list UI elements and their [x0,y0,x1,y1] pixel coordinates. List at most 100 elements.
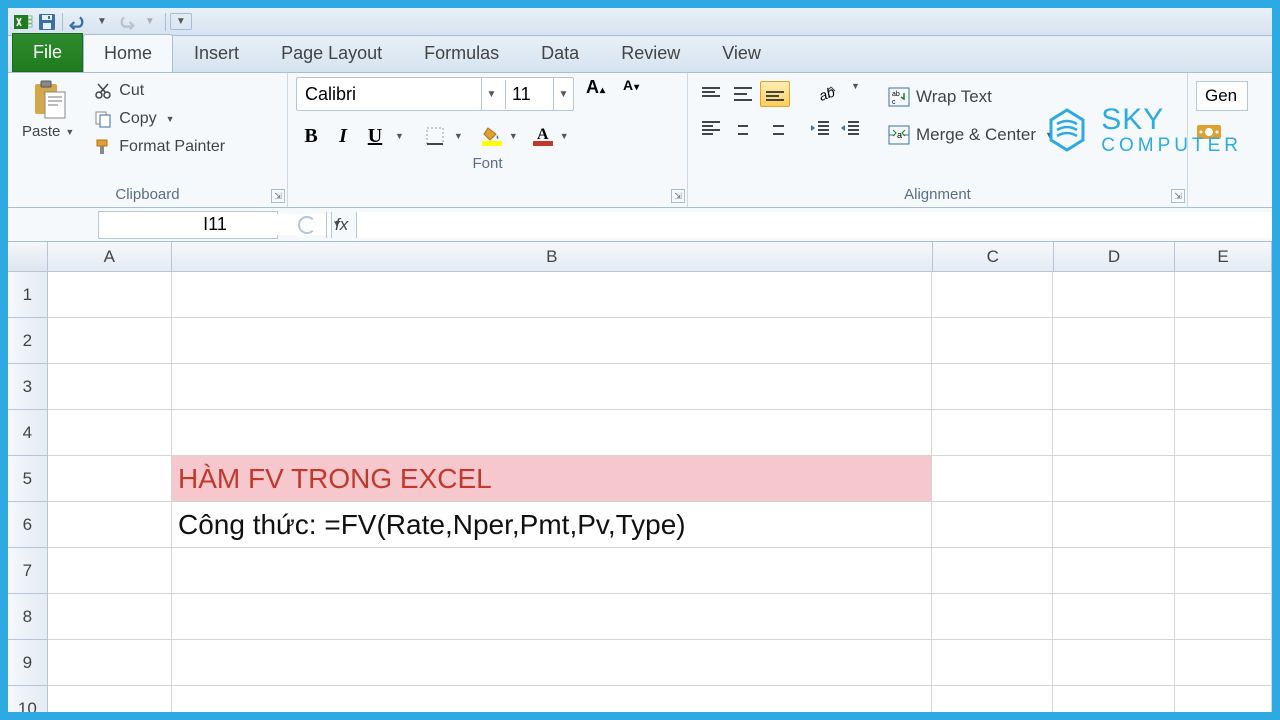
cell[interactable] [1175,410,1272,456]
cell[interactable] [1175,640,1272,686]
orientation-button[interactable]: ab [806,81,846,107]
cell[interactable] [48,548,172,594]
cell[interactable] [932,456,1053,502]
cell[interactable] [48,594,172,640]
tab-insert[interactable]: Insert [173,34,260,72]
cell[interactable] [1053,640,1174,686]
cell[interactable] [1053,502,1174,548]
copy-button[interactable]: Copy▼ [89,107,229,131]
fill-color-dropdown[interactable]: ▼ [506,131,521,141]
tab-page-layout[interactable]: Page Layout [260,34,403,72]
cell[interactable] [48,502,172,548]
font-color-button[interactable]: A [531,126,555,146]
cell[interactable] [932,594,1053,640]
cell[interactable] [932,548,1053,594]
redo-icon[interactable] [115,11,137,33]
cell[interactable] [1053,548,1174,594]
cell[interactable]: Công thức: =FV(Rate,Nper,Pmt,Pv,Type) [172,502,932,548]
cell[interactable] [1175,456,1272,502]
row-header[interactable]: 5 [8,456,48,502]
underline-button[interactable]: U [360,121,390,151]
align-right-button[interactable] [760,115,790,141]
align-middle-button[interactable] [728,81,758,107]
font-size-dropdown[interactable]: ▼ [553,78,573,110]
cut-button[interactable]: Cut [89,79,229,103]
currency-button[interactable] [1196,121,1264,143]
wrap-text-button[interactable]: abc Wrap Text [880,83,1065,111]
orientation-dropdown[interactable]: ▼ [848,81,863,107]
col-header-c[interactable]: C [933,242,1054,271]
cell[interactable] [1175,548,1272,594]
cell[interactable] [48,456,172,502]
cell[interactable] [48,272,172,318]
select-all-corner[interactable] [8,242,48,271]
cell[interactable] [1053,272,1174,318]
save-icon[interactable] [36,11,58,33]
col-header-a[interactable]: A [48,242,172,271]
italic-button[interactable]: I [328,121,358,151]
undo-icon[interactable] [67,11,89,33]
format-painter-button[interactable]: Format Painter [89,135,229,159]
cell[interactable] [932,318,1053,364]
row-header[interactable]: 9 [8,640,48,686]
cell[interactable] [1053,364,1174,410]
cell[interactable] [1053,410,1174,456]
cell[interactable] [48,640,172,686]
cell[interactable] [48,410,172,456]
col-header-b[interactable]: B [172,242,933,271]
cell[interactable] [172,640,932,686]
cell[interactable] [172,364,932,410]
row-header[interactable]: 6 [8,502,48,548]
cell[interactable] [1175,318,1272,364]
cell[interactable] [1053,456,1174,502]
tab-formulas[interactable]: Formulas [403,34,520,72]
cell[interactable] [172,686,932,712]
fx-label[interactable]: fx [326,212,356,238]
align-center-button[interactable] [728,115,758,141]
font-size-input[interactable] [505,80,549,109]
row-header[interactable]: 3 [8,364,48,410]
col-header-d[interactable]: D [1054,242,1175,271]
shrink-font-button[interactable]: A▾ [617,77,645,111]
cell[interactable] [932,364,1053,410]
cell[interactable] [1175,686,1272,712]
cell[interactable] [1053,318,1174,364]
row-header[interactable]: 1 [8,272,48,318]
tab-data[interactable]: Data [520,34,600,72]
row-header[interactable]: 10 [8,686,48,712]
grow-font-button[interactable]: A▴ [580,77,611,111]
row-header[interactable]: 4 [8,410,48,456]
row-header[interactable]: 8 [8,594,48,640]
decrease-indent-button[interactable] [806,115,834,141]
cell[interactable] [932,640,1053,686]
tab-review[interactable]: Review [600,34,701,72]
undo-dropdown[interactable]: ▼ [91,16,113,27]
cell[interactable] [1175,502,1272,548]
font-name-input[interactable] [297,80,477,109]
formula-input[interactable] [356,212,1272,238]
cell[interactable] [1053,686,1174,712]
cell[interactable] [932,686,1053,712]
font-name-dropdown[interactable]: ▼ [481,78,501,110]
number-format-select[interactable]: Gen [1196,81,1248,111]
cell[interactable] [1175,364,1272,410]
row-header[interactable]: 7 [8,548,48,594]
cell[interactable] [172,318,932,364]
cell[interactable] [48,318,172,364]
col-header-e[interactable]: E [1175,242,1272,271]
name-box-input[interactable] [99,214,331,235]
merge-center-button[interactable]: a Merge & Center ▼ [880,121,1065,149]
align-left-button[interactable] [696,115,726,141]
cell[interactable] [48,364,172,410]
cell[interactable] [1053,594,1174,640]
bold-button[interactable]: B [296,121,326,151]
align-top-button[interactable] [696,81,726,107]
cell[interactable] [172,410,932,456]
cell[interactable] [172,548,932,594]
cell[interactable] [1175,272,1272,318]
cell[interactable] [48,686,172,712]
clipboard-launcher[interactable]: ⇲ [271,189,285,203]
row-header[interactable]: 2 [8,318,48,364]
border-dropdown[interactable]: ▼ [451,131,466,141]
tab-file[interactable]: File [12,33,83,72]
